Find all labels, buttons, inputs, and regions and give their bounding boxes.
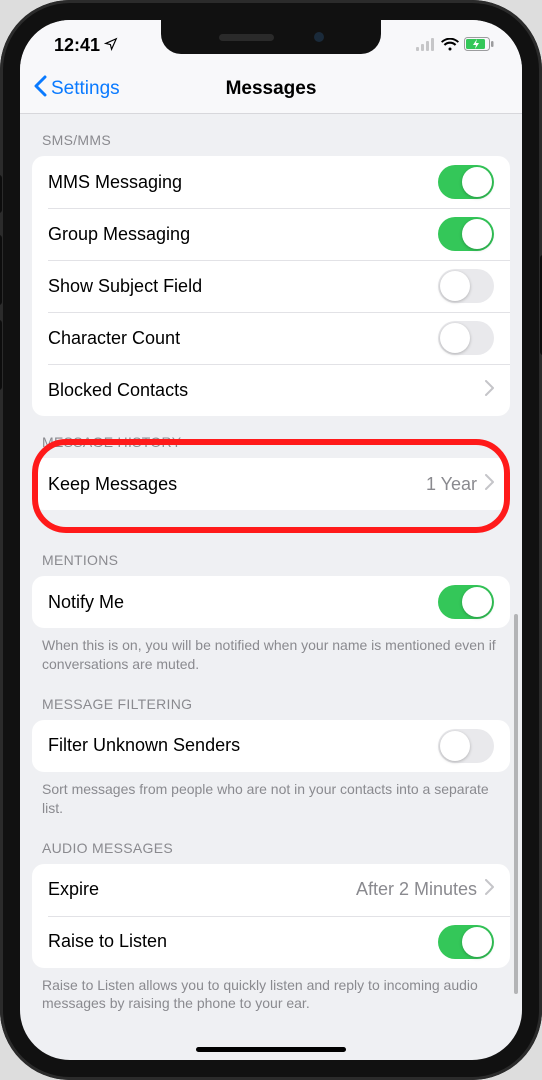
chevron-left-icon	[34, 75, 47, 103]
row-show-subject[interactable]: Show Subject Field	[32, 260, 510, 312]
row-label: Raise to Listen	[48, 931, 438, 952]
toggle-raise-to-listen[interactable]	[438, 925, 494, 959]
footer-filtering: Sort messages from people who are not in…	[20, 772, 522, 822]
group-audio: Expire After 2 Minutes Raise to Listen	[32, 864, 510, 968]
row-label: Group Messaging	[48, 224, 438, 245]
back-label: Settings	[51, 78, 120, 100]
screen: 12:41	[20, 20, 522, 1060]
group-mentions: Notify Me	[32, 576, 510, 628]
footer-audio: Raise to Listen allows you to quickly li…	[20, 968, 522, 1018]
row-keep-messages[interactable]: Keep Messages 1 Year	[32, 458, 510, 510]
chevron-right-icon	[485, 380, 494, 401]
group-history: Keep Messages 1 Year	[32, 458, 510, 510]
toggle-character-count[interactable]	[438, 321, 494, 355]
row-filter-unknown[interactable]: Filter Unknown Senders	[32, 720, 510, 772]
row-mms-messaging[interactable]: MMS Messaging	[32, 156, 510, 208]
wifi-icon	[441, 35, 459, 56]
toggle-mms[interactable]	[438, 165, 494, 199]
toggle-notify-me[interactable]	[438, 585, 494, 619]
section-header-sms: SMS/MMS	[20, 114, 522, 156]
row-label: Keep Messages	[48, 474, 426, 495]
back-button[interactable]: Settings	[34, 64, 120, 113]
settings-scroll[interactable]: SMS/MMS MMS Messaging Group Messaging Sh…	[20, 114, 522, 1060]
row-value: After 2 Minutes	[356, 879, 477, 900]
notch	[161, 20, 381, 54]
cellular-signal-icon	[416, 35, 436, 56]
chevron-right-icon	[485, 474, 494, 495]
battery-charging-icon	[464, 35, 494, 56]
chevron-right-icon	[485, 879, 494, 900]
row-expire[interactable]: Expire After 2 Minutes	[32, 864, 510, 916]
mute-switch	[0, 175, 2, 213]
row-label: Notify Me	[48, 592, 438, 613]
row-blocked-contacts[interactable]: Blocked Contacts	[32, 364, 510, 416]
row-character-count[interactable]: Character Count	[32, 312, 510, 364]
phone-frame: 12:41	[0, 0, 542, 1080]
row-group-messaging[interactable]: Group Messaging	[32, 208, 510, 260]
toggle-show-subject[interactable]	[438, 269, 494, 303]
nav-header: Settings Messages	[20, 64, 522, 114]
group-sms: MMS Messaging Group Messaging Show Subje…	[32, 156, 510, 416]
status-time: 12:41	[54, 35, 100, 56]
location-arrow-icon	[104, 35, 118, 56]
footer-mentions: When this is on, you will be notified wh…	[20, 628, 522, 678]
row-notify-me[interactable]: Notify Me	[32, 576, 510, 628]
row-label: Expire	[48, 879, 356, 900]
toggle-group-messaging[interactable]	[438, 217, 494, 251]
toggle-filter-unknown[interactable]	[438, 729, 494, 763]
row-label: Character Count	[48, 328, 438, 349]
row-label: Blocked Contacts	[48, 380, 485, 401]
row-value: 1 Year	[426, 474, 477, 495]
group-filtering: Filter Unknown Senders	[32, 720, 510, 772]
section-header-history: MESSAGE HISTORY	[20, 416, 522, 458]
volume-up-button	[0, 235, 2, 305]
home-indicator[interactable]	[196, 1047, 346, 1052]
scroll-indicator	[514, 614, 518, 994]
row-label: MMS Messaging	[48, 172, 438, 193]
row-label: Filter Unknown Senders	[48, 735, 438, 756]
volume-down-button	[0, 320, 2, 390]
page-title: Messages	[226, 78, 317, 100]
section-header-filtering: MESSAGE FILTERING	[20, 678, 522, 720]
row-label: Show Subject Field	[48, 276, 438, 297]
section-header-audio: AUDIO MESSAGES	[20, 822, 522, 864]
row-raise-to-listen[interactable]: Raise to Listen	[32, 916, 510, 968]
section-header-mentions: MENTIONS	[20, 534, 522, 576]
